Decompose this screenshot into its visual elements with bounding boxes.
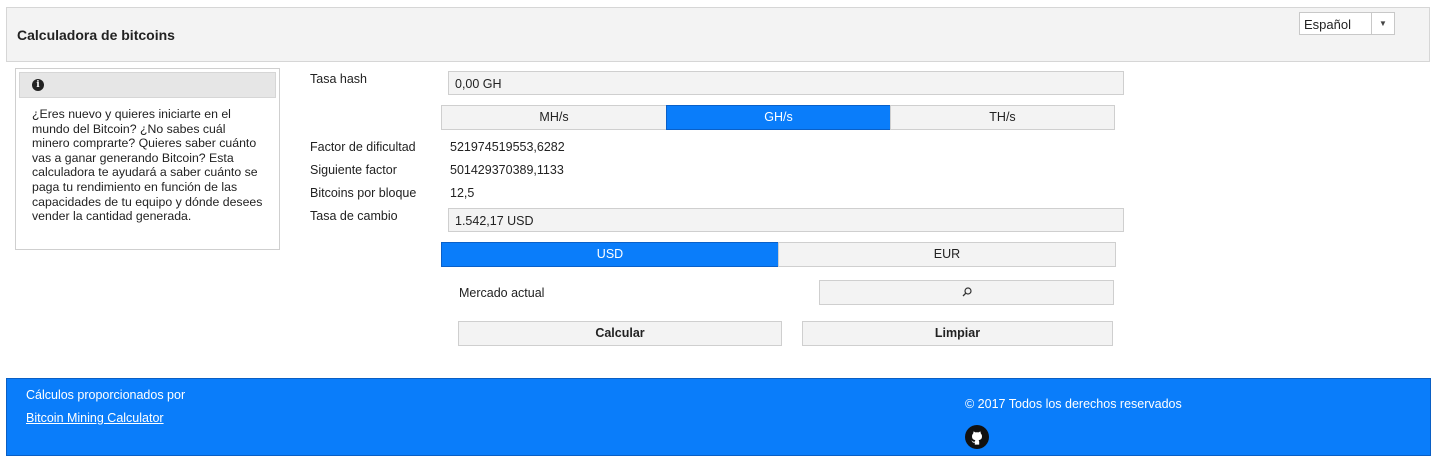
unit-ths-button[interactable]: TH/s [890, 105, 1115, 130]
footer: Cálculos proporcionados por Bitcoin Mini… [6, 378, 1431, 456]
search-icon [962, 287, 972, 297]
exchange-rate-label: Tasa de cambio [310, 209, 398, 223]
info-panel-header: i [19, 72, 276, 98]
chevron-down-icon: ▼ [1371, 13, 1394, 34]
next-difficulty-label: Siguiente factor [310, 163, 397, 177]
currency-usd-button[interactable]: USD [441, 242, 779, 267]
unit-ghs-button[interactable]: GH/s [666, 105, 891, 130]
github-icon[interactable] [965, 425, 989, 449]
language-select[interactable]: Español ▼ [1299, 12, 1395, 35]
next-difficulty-value: 501429370389,1133 [450, 163, 564, 177]
footer-copyright: © 2017 Todos los derechos reservados [965, 397, 1182, 411]
difficulty-value: 521974519553,6282 [450, 140, 565, 154]
market-search-field[interactable] [819, 280, 1114, 305]
block-reward-value: 12,5 [450, 186, 475, 200]
currency-eur-button[interactable]: EUR [778, 242, 1116, 267]
info-panel: i ¿Eres nuevo y quieres iniciarte en el … [15, 68, 280, 250]
calculate-button[interactable]: Calcular [458, 321, 782, 346]
footer-credit: Cálculos proporcionados por [26, 388, 186, 402]
footer-calculator-link[interactable]: Bitcoin Mining Calculator [26, 411, 164, 425]
language-select-value: Español [1304, 17, 1351, 32]
difficulty-label: Factor de dificultad [310, 140, 416, 154]
info-icon: i [32, 79, 44, 91]
hash-rate-label: Tasa hash [310, 72, 367, 86]
page-title: Calculadora de bitcoins [17, 27, 175, 43]
market-label: Mercado actual [459, 286, 545, 300]
block-reward-label: Bitcoins por bloque [310, 186, 417, 200]
app-header: Calculadora de bitcoins Español ▼ [6, 7, 1430, 62]
unit-mhs-button[interactable]: MH/s [441, 105, 667, 130]
clear-button[interactable]: Limpiar [802, 321, 1113, 346]
hash-rate-input[interactable]: 0,00 GH [448, 71, 1124, 95]
exchange-rate-input[interactable]: 1.542,17 USD [448, 208, 1124, 232]
info-panel-text: ¿Eres nuevo y quieres iniciarte en el mu… [32, 107, 263, 224]
